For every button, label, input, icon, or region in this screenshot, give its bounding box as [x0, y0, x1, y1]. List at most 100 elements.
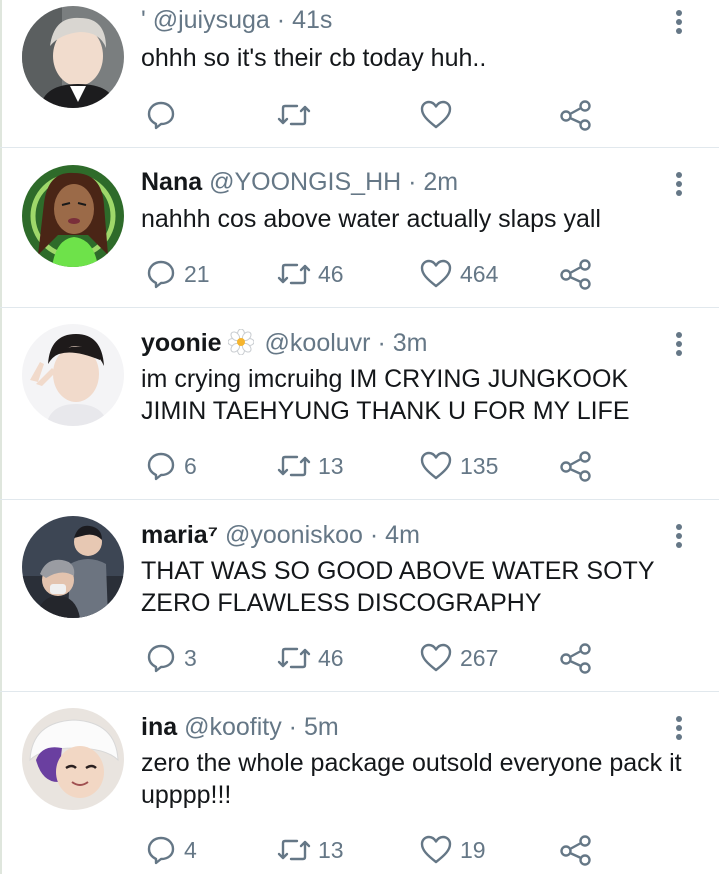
- tweet-actions: [141, 98, 621, 132]
- heart-icon: [419, 450, 453, 482]
- timestamp[interactable]: 41s: [292, 6, 332, 34]
- share-icon: [559, 450, 593, 482]
- user-handle[interactable]: @kooluvr: [265, 329, 371, 357]
- tweet-text: im crying imcruihg IM CRYING JUNGKOOK JI…: [141, 365, 630, 425]
- retweet-button[interactable]: 13: [277, 833, 344, 867]
- tweet-actions: 21 46 464: [141, 257, 621, 291]
- retweet-button[interactable]: 46: [277, 257, 344, 291]
- reply-button[interactable]: 4: [145, 833, 197, 867]
- tweet-header: ina @koofity · 5m: [141, 712, 339, 742]
- retweet-button[interactable]: 13: [277, 449, 344, 483]
- reply-icon: [145, 258, 177, 290]
- reply-icon: [145, 642, 177, 674]
- tweet-text: THAT WAS SO GOOD ABOVE WATER SOTY ZERO F…: [141, 557, 655, 617]
- timestamp[interactable]: 3m: [393, 329, 428, 357]
- retweet-button[interactable]: 46: [277, 641, 344, 675]
- tweet[interactable]: maria⁷ @yooniskoo · 4m THAT WAS SO GOOD …: [0, 500, 719, 692]
- avatar[interactable]: [22, 324, 124, 426]
- reply-count: 4: [184, 836, 197, 863]
- tweet-header: yoonie @kooluvr · 3m: [141, 328, 427, 362]
- heart-icon: [419, 258, 453, 290]
- tweet-text: zero the whole package outsold everyone …: [141, 749, 682, 809]
- separator-dot: ·: [276, 6, 286, 34]
- like-button[interactable]: [419, 98, 460, 132]
- user-handle[interactable]: @yooniskoo: [225, 521, 363, 549]
- reply-button[interactable]: 21: [145, 257, 210, 291]
- retweet-icon: [277, 450, 311, 482]
- heart-icon: [419, 834, 453, 866]
- avatar[interactable]: [22, 6, 124, 108]
- separator-dot: ·: [369, 521, 379, 549]
- tweet[interactable]: ina @koofity · 5m zero the whole package…: [0, 692, 719, 874]
- retweet-icon: [277, 258, 311, 290]
- retweet-icon: [277, 642, 311, 674]
- reply-icon: [145, 834, 177, 866]
- reply-count: 3: [184, 644, 197, 671]
- share-button[interactable]: [559, 98, 593, 132]
- reply-icon: [145, 99, 177, 131]
- retweet-count: 46: [318, 260, 344, 287]
- tweet[interactable]: ' @juiysuga · 41s ohhh so it's their cb …: [0, 0, 719, 148]
- like-button[interactable]: 267: [419, 641, 498, 675]
- tweet-actions: 3 46 267: [141, 641, 621, 675]
- tweet[interactable]: yoonie @kooluvr · 3m im crying imcruihg …: [0, 308, 719, 500]
- timestamp[interactable]: 4m: [385, 521, 420, 549]
- like-button[interactable]: 19: [419, 833, 486, 867]
- heart-icon: [419, 99, 453, 131]
- timestamp[interactable]: 5m: [304, 713, 339, 741]
- reply-icon: [145, 450, 177, 482]
- like-count: 19: [460, 836, 486, 863]
- reply-count: 21: [184, 260, 210, 287]
- share-icon: [559, 642, 593, 674]
- more-vertical-icon[interactable]: [672, 170, 686, 200]
- like-count: 135: [460, 452, 499, 479]
- flower-icon: [227, 328, 255, 362]
- reply-button[interactable]: 6: [145, 449, 197, 483]
- tweet-text: ohhh so it's their cb today huh..: [141, 44, 487, 72]
- separator-dot: ·: [288, 713, 297, 741]
- display-name[interactable]: yoonie: [141, 329, 222, 357]
- more-vertical-icon[interactable]: [672, 330, 686, 360]
- reply-count: 6: [184, 452, 197, 479]
- timestamp[interactable]: 2m: [423, 168, 458, 196]
- share-button[interactable]: [559, 833, 593, 867]
- tweet-header: maria⁷ @yooniskoo · 4m: [141, 520, 420, 550]
- share-icon: [559, 258, 593, 290]
- retweet-count: 46: [318, 644, 344, 671]
- more-vertical-icon[interactable]: [672, 714, 686, 744]
- tweet-actions: 4 13 19: [141, 833, 621, 867]
- avatar[interactable]: [22, 516, 124, 618]
- retweet-button[interactable]: [277, 98, 318, 132]
- share-button[interactable]: [559, 257, 593, 291]
- share-button[interactable]: [559, 641, 593, 675]
- retweet-count: 13: [318, 452, 344, 479]
- reply-button[interactable]: [145, 98, 184, 132]
- user-handle[interactable]: @koofity: [184, 713, 282, 741]
- display-name[interactable]: Nana: [141, 168, 202, 196]
- user-handle[interactable]: ' @juiysuga: [141, 6, 270, 34]
- retweet-count: 13: [318, 836, 344, 863]
- tweet-text: nahhh cos above water actually slaps yal…: [141, 205, 601, 233]
- share-button[interactable]: [559, 449, 593, 483]
- share-icon: [559, 99, 593, 131]
- like-button[interactable]: 135: [419, 449, 498, 483]
- avatar[interactable]: [22, 165, 124, 267]
- like-count: 267: [460, 644, 499, 671]
- display-name[interactable]: ina: [141, 713, 177, 741]
- heart-icon: [419, 642, 453, 674]
- avatar[interactable]: [22, 708, 124, 810]
- more-vertical-icon[interactable]: [672, 522, 686, 552]
- retweet-icon: [277, 834, 311, 866]
- tweet-header: Nana @YOONGIS_HH · 2m: [141, 167, 458, 197]
- separator-dot: ·: [377, 329, 386, 357]
- like-button[interactable]: 464: [419, 257, 498, 291]
- tweet[interactable]: Nana @YOONGIS_HH · 2m nahhh cos above wa…: [0, 148, 719, 308]
- display-name[interactable]: maria⁷: [141, 521, 218, 549]
- reply-button[interactable]: 3: [145, 641, 197, 675]
- retweet-icon: [277, 99, 311, 131]
- user-handle[interactable]: @YOONGIS_HH: [209, 168, 401, 196]
- separator-dot: ·: [408, 168, 417, 196]
- more-vertical-icon[interactable]: [672, 8, 686, 38]
- like-count: 464: [460, 260, 499, 287]
- tweet-actions: 6 13 135: [141, 449, 621, 483]
